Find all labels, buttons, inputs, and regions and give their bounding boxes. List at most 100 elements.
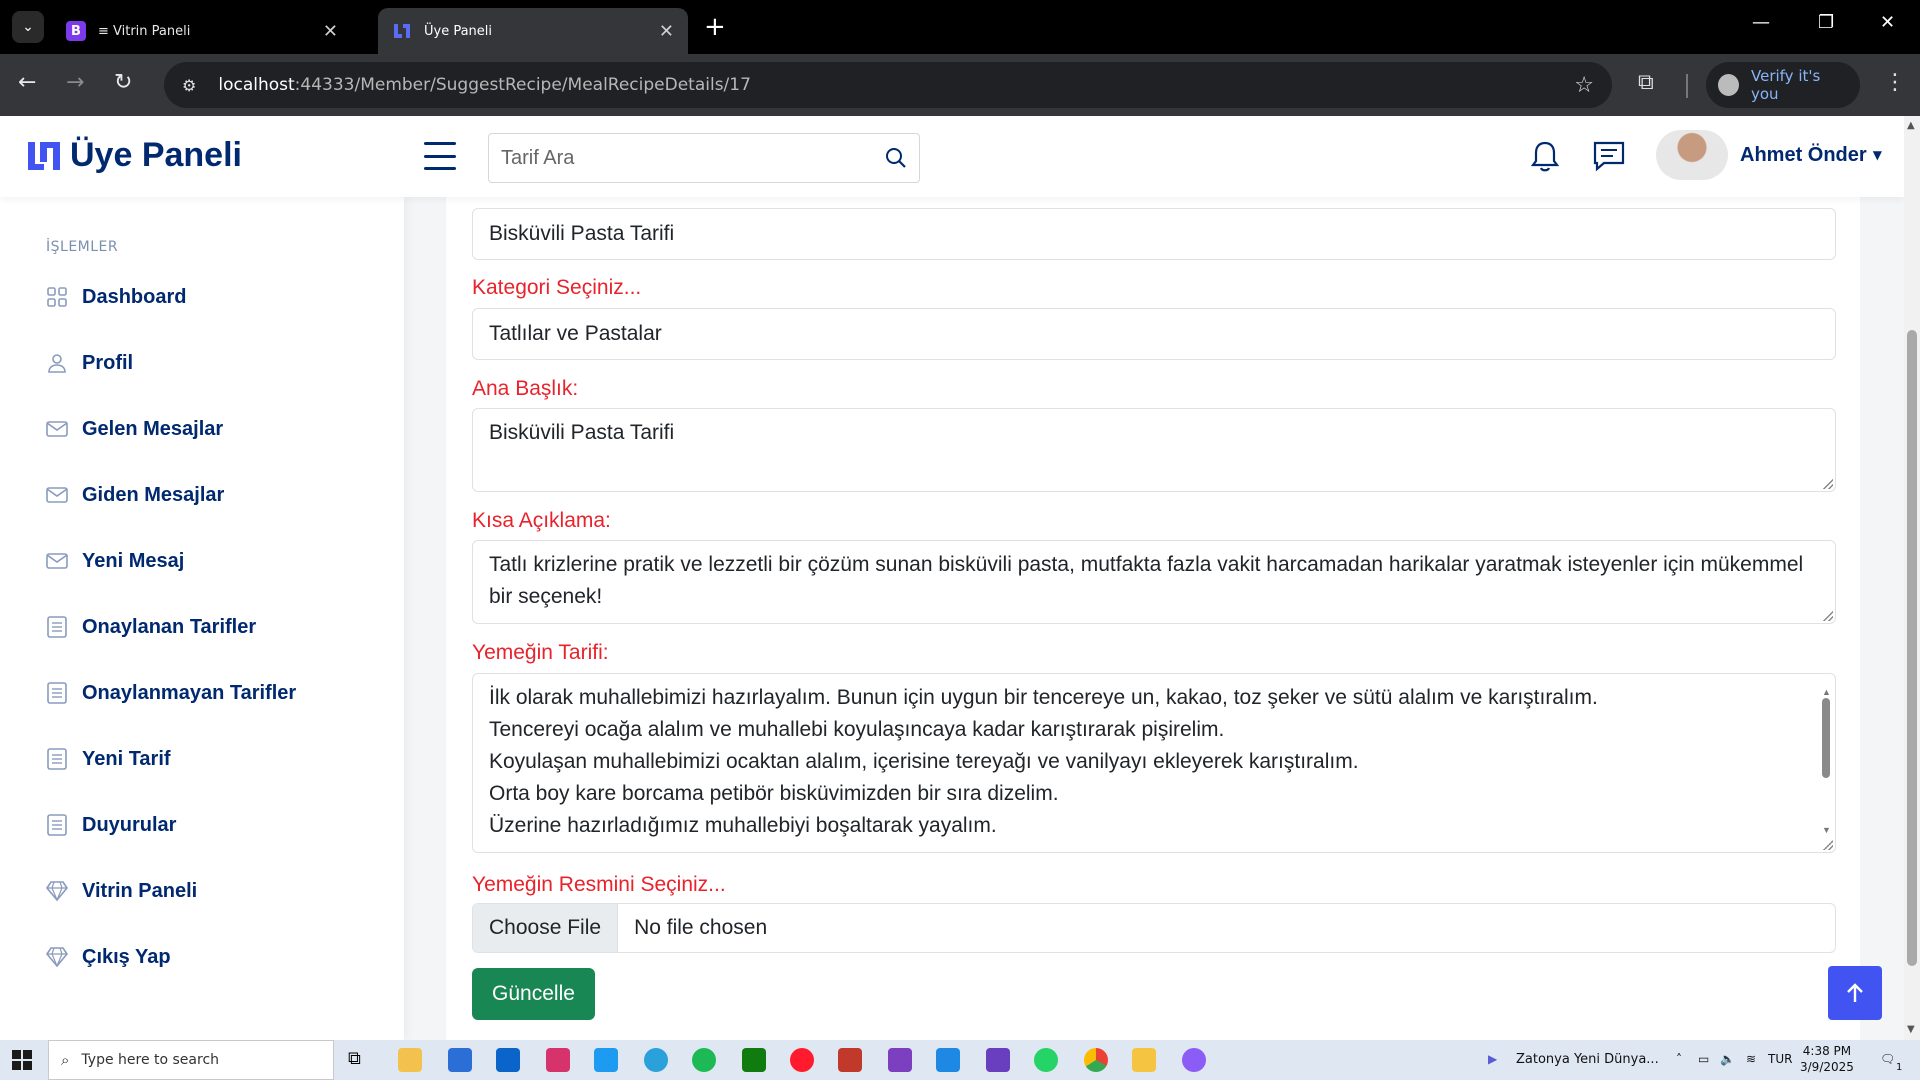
- sidebar-item-gelen-mesajlar[interactable]: Gelen Mesajlar: [46, 409, 386, 449]
- paint-icon[interactable]: [1132, 1048, 1156, 1072]
- sidebar-item-duyurular[interactable]: Duyurular: [46, 805, 386, 845]
- short-description-textarea[interactable]: Tatlı krizlerine pratik ve lezzetli bir …: [472, 540, 1836, 624]
- browser-tab-bar: ⌄ B ≡ Vitrin Paneli ✕ Üye Paneli ✕ + — ❐…: [0, 0, 1920, 54]
- profile-verify-button[interactable]: Verify it's you: [1706, 62, 1860, 108]
- restore-icon[interactable]: ❐: [1818, 12, 1834, 33]
- notification-ticker[interactable]: Zatonya Yeni Dünya...: [1516, 1052, 1659, 1067]
- browser-menu-icon[interactable]: ⋮: [1884, 70, 1906, 95]
- tab-title: Üye Paneli: [424, 23, 493, 39]
- sidebar-item-label: Yeni Mesaj: [82, 549, 185, 572]
- title-textarea[interactable]: Bisküvili Pasta Tarifi: [472, 408, 1836, 492]
- file-explorer-icon[interactable]: [398, 1048, 422, 1072]
- scrollbar-thumb[interactable]: [1907, 330, 1917, 966]
- chevron-up-icon[interactable]: ˄: [1676, 1052, 1682, 1066]
- xbox-icon[interactable]: [742, 1048, 766, 1072]
- grid-icon: [46, 286, 68, 308]
- meal-name-field[interactable]: Bisküvili Pasta Tarifi: [472, 208, 1836, 260]
- verify-label: Verify it's you: [1751, 67, 1821, 103]
- close-icon[interactable]: ✕: [323, 21, 338, 42]
- sidebar-item-giden-mesajlar[interactable]: Giden Mesajlar: [46, 475, 386, 515]
- browser-toolbar: ← → ↻ ⚙ localhost:44333/Member/SuggestRe…: [0, 54, 1920, 116]
- whatsapp-icon[interactable]: [1034, 1048, 1058, 1072]
- spotify-icon[interactable]: [692, 1048, 716, 1072]
- address-bar[interactable]: ⚙ localhost:44333/Member/SuggestRecipe/M…: [164, 62, 1612, 108]
- opera-icon[interactable]: [790, 1048, 814, 1072]
- outlook-icon[interactable]: [496, 1048, 520, 1072]
- toggle-sidebar-hamburger-icon[interactable]: [424, 142, 456, 170]
- tab-vitrin-paneli[interactable]: B ≡ Vitrin Paneli ✕: [52, 8, 352, 54]
- user-profile-dropdown[interactable]: Ahmet Önder ▼: [1656, 130, 1882, 180]
- battery-icon[interactable]: ▭: [1698, 1052, 1709, 1066]
- category-field[interactable]: Tatlılar ve Pastalar: [472, 308, 1836, 360]
- store-icon[interactable]: [448, 1048, 472, 1072]
- scrollbar-thumb[interactable]: [1822, 698, 1830, 778]
- recipe-textarea[interactable]: İlk olarak muhallebimizi hazırlayalım. B…: [472, 673, 1836, 853]
- sidebar-item-dashboard[interactable]: Dashboard: [46, 277, 386, 317]
- scroll-up-arrow-icon[interactable]: ▲: [1907, 120, 1915, 131]
- app-icon[interactable]: [838, 1048, 862, 1072]
- sidebar-item-yeni-tarif[interactable]: Yeni Tarif: [46, 739, 386, 779]
- search-input[interactable]: [501, 146, 861, 170]
- taskbar-search-box[interactable]: ⌕ Type here to search: [48, 1040, 334, 1080]
- task-view-icon[interactable]: ⧉: [348, 1048, 372, 1072]
- search-icon[interactable]: [885, 147, 907, 169]
- resize-handle-icon[interactable]: [1823, 840, 1833, 850]
- tab-uye-paneli[interactable]: Üye Paneli ✕: [378, 8, 688, 54]
- meal-name-value: Bisküvili Pasta Tarifi: [489, 222, 675, 245]
- windows-start-icon[interactable]: [12, 1050, 32, 1070]
- close-icon[interactable]: ✕: [659, 21, 674, 42]
- sidebar-item-label: Dashboard: [82, 285, 187, 308]
- choose-file-button[interactable]: Choose File: [473, 904, 619, 952]
- volume-icon[interactable]: 🔈: [1720, 1052, 1735, 1066]
- scroll-down-arrow-icon[interactable]: ▼: [1907, 1024, 1915, 1035]
- app-2-icon[interactable]: [1182, 1048, 1206, 1072]
- textarea-scrollbar[interactable]: ▲ ▼: [1818, 676, 1834, 846]
- update-button[interactable]: Güncelle: [472, 968, 595, 1020]
- sidebar-item-yeni-mesaj[interactable]: Yeni Mesaj: [46, 541, 386, 581]
- reload-icon[interactable]: ↻: [114, 70, 132, 95]
- forward-arrow-icon[interactable]: →: [66, 70, 84, 95]
- page-scrollbar[interactable]: ▲ ▼: [1904, 116, 1920, 1040]
- recipe-line: Tencereyi ocağa alalım ve muhallebi koyu…: [489, 718, 1225, 741]
- bookmark-star-icon[interactable]: ☆: [1574, 73, 1594, 98]
- chrome-icon[interactable]: [1084, 1048, 1108, 1072]
- arrow-up-icon: [1847, 983, 1863, 1002]
- telegram-icon[interactable]: [644, 1048, 668, 1072]
- media-icon[interactable]: ▶: [1488, 1052, 1497, 1066]
- visual-studio-icon[interactable]: [888, 1048, 912, 1072]
- resize-handle-icon[interactable]: [1823, 479, 1833, 489]
- tab-title: ≡ Vitrin Paneli: [98, 23, 191, 39]
- sidebar-item-vitrin-paneli[interactable]: Vitrin Paneli: [46, 871, 386, 911]
- site-info-icon[interactable]: ⚙: [182, 76, 196, 95]
- chevron-down-icon: ▼: [1872, 148, 1882, 162]
- sidebar-item-profil[interactable]: Profil: [46, 343, 386, 383]
- bootstrap-favicon-icon: B: [66, 21, 86, 41]
- back-arrow-icon[interactable]: ←: [18, 70, 36, 95]
- language-indicator[interactable]: TUR: [1768, 1052, 1792, 1066]
- chat-messages-icon[interactable]: [1592, 140, 1626, 172]
- visual-studio-2-icon[interactable]: [986, 1048, 1010, 1072]
- resize-handle-icon[interactable]: [1823, 611, 1833, 621]
- minimize-icon[interactable]: —: [1752, 12, 1770, 33]
- bell-icon[interactable]: [1530, 140, 1560, 174]
- vscode-icon[interactable]: [936, 1048, 960, 1072]
- brand-link[interactable]: Üye Paneli: [26, 136, 242, 175]
- back-to-top-button[interactable]: [1828, 966, 1882, 1020]
- window-close-icon[interactable]: ✕: [1880, 12, 1895, 33]
- extensions-puzzle-icon[interactable]: ⧉: [1638, 70, 1654, 95]
- wifi-icon[interactable]: ≋: [1746, 1052, 1756, 1066]
- sidebar-item-onaylanan-tarifler[interactable]: Onaylanan Tarifler: [46, 607, 386, 647]
- sidebar-item-label: Onaylanan Tarifler: [82, 615, 257, 638]
- taskbar-search-placeholder: Type here to search: [81, 1052, 220, 1068]
- notification-center-icon[interactable]: 🗨: [1880, 1052, 1895, 1066]
- clock[interactable]: 4:38 PM 3/9/2025: [1800, 1043, 1854, 1075]
- new-tab-plus-icon[interactable]: +: [704, 12, 726, 42]
- sidebar-item-cikis-yap[interactable]: Çıkış Yap: [46, 937, 386, 977]
- sidebar-item-label: Gelen Mesajlar: [82, 417, 224, 440]
- instagram-icon[interactable]: [546, 1048, 570, 1072]
- category-value: Tatlılar ve Pastalar: [489, 322, 662, 345]
- sidebar-item-onaylanmayan-tarifler[interactable]: Onaylanmayan Tarifler: [46, 673, 386, 713]
- twitter-icon[interactable]: [594, 1048, 618, 1072]
- tab-search-button[interactable]: ⌄: [12, 11, 44, 43]
- image-file-input[interactable]: Choose File No file chosen: [472, 903, 1836, 953]
